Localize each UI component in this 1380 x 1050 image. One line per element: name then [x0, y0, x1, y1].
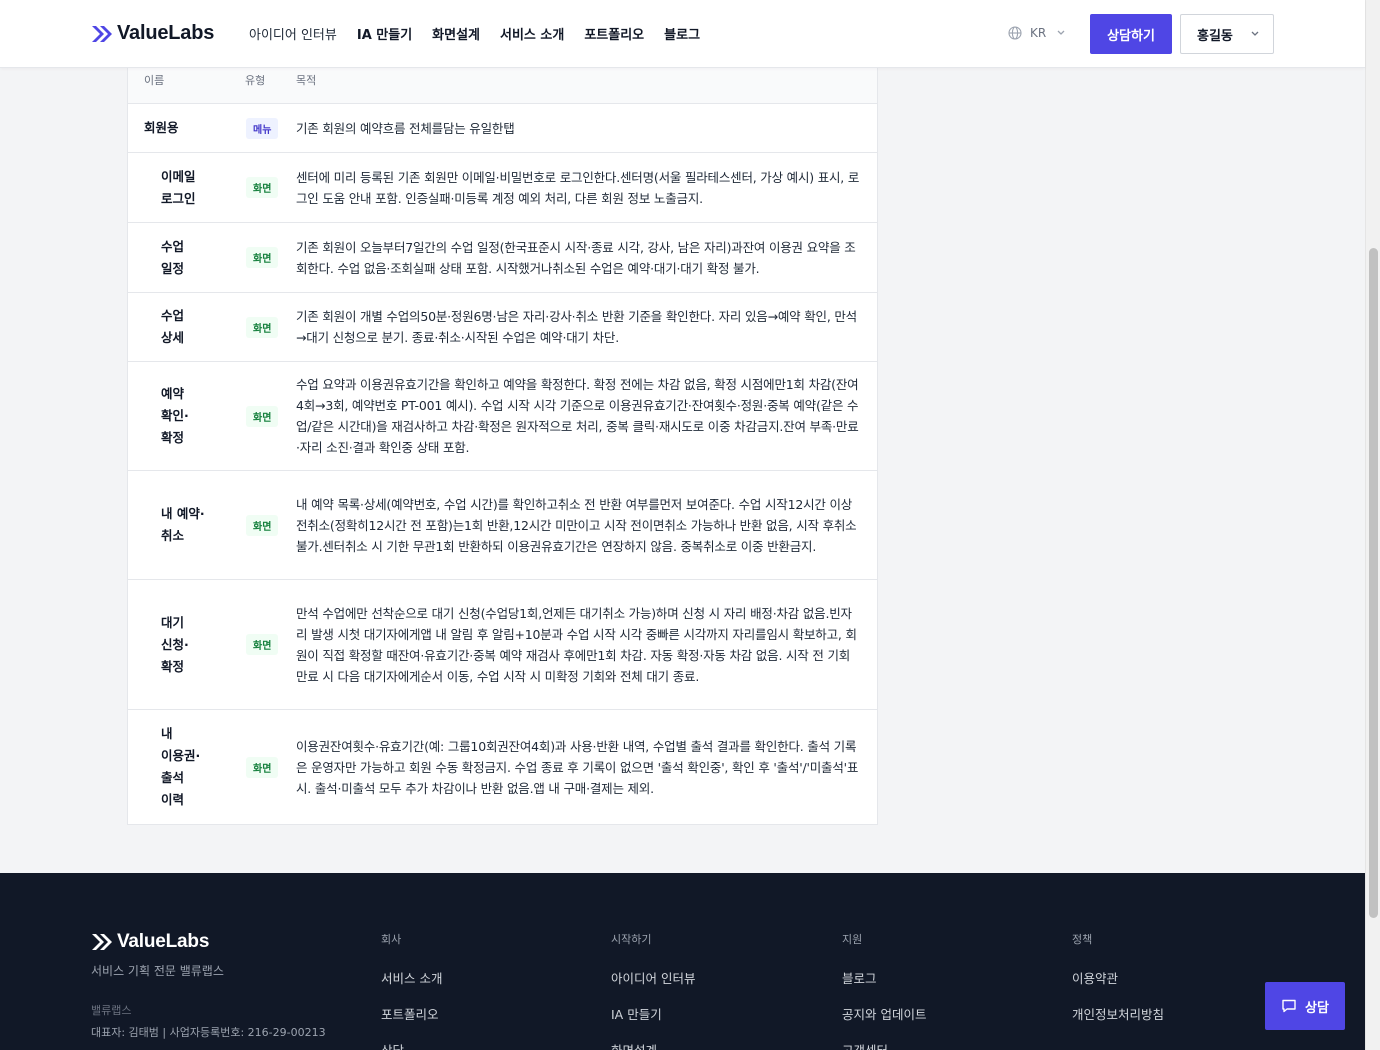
nav-item-service[interactable]: 서비스 소개 [500, 24, 564, 43]
chat-label: 상담 [1305, 1000, 1329, 1016]
footer-link[interactable]: 이용약관 [1072, 968, 1164, 987]
header-purpose: 목적 [296, 74, 317, 87]
user-menu[interactable]: 홍길동 [1180, 14, 1274, 54]
logo-chevrons-icon [92, 934, 112, 950]
nav-item-idea-interview[interactable]: 아이디어 인터뷰 [249, 24, 337, 43]
table-row[interactable]: 예약 확인· 확정 화면 수업 요약과 이용권유효기간을 확인하고 예약을 확정… [128, 362, 877, 471]
row-name: 회원용 [144, 120, 179, 135]
chevron-down-icon [1057, 30, 1065, 35]
top-header: ValueLabs 아이디어 인터뷰 IA 만들기 화면설계 서비스 소개 포트… [0, 0, 1365, 68]
page-scrollbar[interactable] [1365, 0, 1380, 1050]
nav-item-screen-design[interactable]: 화면설계 [432, 24, 480, 43]
consult-button[interactable]: 상담하기 [1090, 14, 1172, 54]
footer-link[interactable]: 포트폴리오 [381, 1004, 442, 1023]
type-badge-screen: 화면 [246, 247, 279, 268]
row-name: 수업 일정 [161, 238, 185, 276]
language-code: KR [1030, 26, 1047, 40]
footer-col-title: 정책 [1072, 933, 1093, 946]
row-desc: 기존 회원의 예약흐름 전체를담는 유일한탭 [296, 120, 515, 136]
row-desc: 내 예약 목록·상세(예약번호, 수업 시간)를 확인하고취소 전 반환 여부를… [296, 496, 857, 554]
footer-logo-text: ValueLabs [117, 931, 210, 952]
footer-col-company: 회사 서비스 소개 포트폴리오 상담 [381, 931, 442, 1050]
row-name: 내 이용권· 출석 이력 [161, 726, 201, 807]
table-row[interactable]: 내 예약· 취소 화면 내 예약 목록·상세(예약번호, 수업 시간)를 확인하… [128, 471, 877, 580]
table-row[interactable]: 내 이용권· 출석 이력 화면 이용권잔여횟수·유효기간(예: 그룹10회권잔여… [128, 710, 877, 824]
footer-link[interactable]: 화면설계 [611, 1040, 695, 1050]
footer-col-start: 시작하기 아이디어 인터뷰 IA 만들기 화면설계 [611, 931, 695, 1050]
row-name: 예약 확인· 확정 [161, 386, 189, 445]
row-desc: 기존 회원이 개별 수업의50분·정원6명·남은 자리·강사·취소 반환 기준을… [296, 309, 857, 345]
nav-item-blog[interactable]: 블로그 [664, 24, 700, 43]
page: ValueLabs 아이디어 인터뷰 IA 만들기 화면설계 서비스 소개 포트… [0, 0, 1380, 1050]
chat-consult-button[interactable]: 상담 [1265, 982, 1345, 1030]
footer-link[interactable]: IA 만들기 [611, 1004, 695, 1023]
footer-link[interactable]: 개인정보처리방침 [1072, 1004, 1164, 1023]
row-name: 대기 신청· 확정 [161, 614, 189, 674]
chat-bubble-icon [1282, 999, 1296, 1013]
scrollbar-thumb[interactable] [1369, 248, 1378, 918]
chevron-down-icon [1251, 31, 1259, 36]
footer-link[interactable]: 공지와 업데이트 [842, 1004, 926, 1023]
row-name: 내 예약· 취소 [161, 506, 205, 543]
table-row[interactable]: 수업 상세 화면 기존 회원이 개별 수업의50분·정원6명·남은 자리·강사·… [128, 293, 877, 362]
footer-business-info: 대표자: 김태범 | 사업자등록번호: 216-29-00213 [91, 1026, 326, 1039]
table-row[interactable]: 대기 신청· 확정 화면 만석 수업에만 선착순으로 대기 신청(수업당1회,언… [128, 580, 877, 710]
type-badge-screen: 화면 [246, 405, 279, 427]
nav-item-portfolio[interactable]: 포트폴리오 [584, 24, 644, 43]
footer-link[interactable]: 고객센터 [842, 1040, 926, 1050]
type-badge-screen: 화면 [246, 177, 279, 198]
row-desc: 센터에 미리 등록된 기존 회원만 이메일·비밀번호로 로그인한다.센터명(서울… [296, 169, 860, 206]
table-row[interactable]: 회원용 메뉴 기존 회원의 예약흐름 전체를담는 유일한탭 [128, 104, 877, 153]
type-badge-screen: 화면 [246, 514, 279, 536]
ia-table: 이름 유형 목적 회원용 메뉴 기존 회원의 예약흐름 전체를담는 유일한탭 이… [127, 58, 878, 825]
type-badge-screen: 화면 [246, 756, 279, 778]
logo[interactable]: ValueLabs [91, 22, 214, 45]
footer-col-policy: 정책 이용약관 개인정보처리방침 [1072, 931, 1164, 1040]
type-badge-screen: 화면 [246, 316, 279, 338]
footer-col-title: 지원 [842, 933, 863, 946]
footer-logo[interactable]: ValueLabs [91, 931, 209, 953]
header-name: 이름 [144, 74, 165, 87]
language-selector[interactable]: KR [1008, 26, 1068, 40]
nav-item-ia[interactable]: IA 만들기 [357, 24, 412, 43]
row-name: 이메일 로그인 [161, 168, 196, 206]
row-desc: 수업 요약과 이용권유효기간을 확인하고 예약을 확정한다. 확정 전에는 차감… [296, 377, 859, 455]
header-type: 유형 [245, 74, 266, 87]
user-name: 홍길동 [1197, 28, 1233, 44]
footer-col-title: 시작하기 [611, 933, 652, 946]
logo-text: ValueLabs [117, 22, 215, 44]
globe-icon [1008, 26, 1022, 40]
row-desc: 기존 회원이 오늘부터7일간의 수업 일정(한국표준시 시작·종료 시각, 강사… [296, 239, 856, 276]
footer-company: 밸류랩스 [91, 1004, 132, 1017]
row-name: 수업 상세 [161, 308, 185, 345]
footer-link[interactable]: 블로그 [842, 968, 926, 987]
footer-col-title: 회사 [381, 933, 402, 946]
type-badge-menu: 메뉴 [246, 117, 279, 139]
footer-link[interactable]: 아이디어 인터뷰 [611, 968, 695, 987]
table-row[interactable]: 수업 일정 화면 기존 회원이 오늘부터7일간의 수업 일정(한국표준시 시작·… [128, 223, 877, 293]
logo-chevrons-icon [92, 25, 112, 42]
footer-link[interactable]: 상담 [381, 1040, 442, 1050]
footer-tagline: 서비스 기획 전문 밸류랩스 [91, 964, 224, 978]
row-desc: 이용권잔여횟수·유효기간(예: 그룹10회권잔여4회)과 사용·반환 내역, 수… [296, 738, 859, 796]
main-nav: 아이디어 인터뷰 IA 만들기 화면설계 서비스 소개 포트폴리오 블로그 [249, 24, 700, 43]
footer-col-support: 지원 블로그 공지와 업데이트 고객센터 [842, 931, 926, 1050]
type-badge-screen: 화면 [246, 634, 279, 655]
row-desc: 만석 수업에만 선착순으로 대기 신청(수업당1회,언제든 대기취소 가능)하며… [296, 605, 857, 684]
table-row[interactable]: 이메일 로그인 화면 센터에 미리 등록된 기존 회원만 이메일·비밀번호로 로… [128, 153, 877, 223]
footer-link[interactable]: 서비스 소개 [381, 968, 442, 987]
footer: ValueLabs 서비스 기획 전문 밸류랩스 밸류랩스 대표자: 김태범 |… [0, 873, 1365, 1050]
